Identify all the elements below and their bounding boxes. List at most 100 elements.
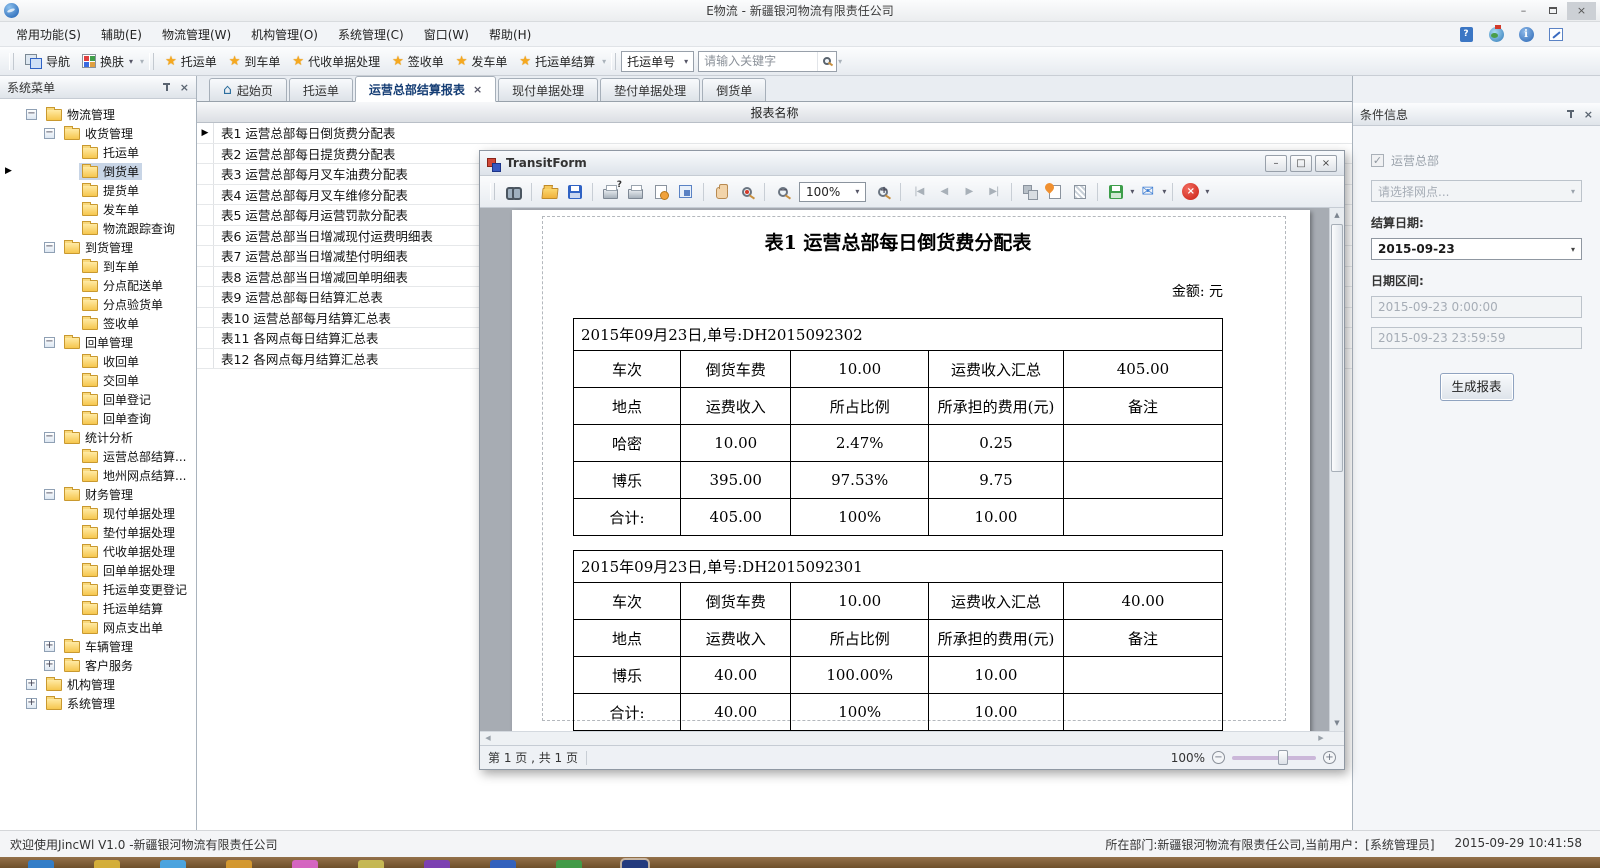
- toolbar-grip[interactable]: [149, 53, 154, 70]
- last-page-icon[interactable]: ▶|: [982, 181, 1005, 203]
- pan-hand-icon[interactable]: [710, 181, 733, 203]
- edit-page-icon[interactable]: [1068, 181, 1091, 203]
- tree-item[interactable]: 代收单据处理: [0, 542, 196, 561]
- close-icon[interactable]: ×: [180, 82, 189, 93]
- globe-icon[interactable]: [1488, 26, 1504, 42]
- scroll-up-icon[interactable]: ▲: [1330, 208, 1344, 223]
- tab[interactable]: 倒货单: [702, 78, 766, 101]
- favorite-shortcut[interactable]: ★托运单: [159, 50, 223, 73]
- scrollbar-thumb[interactable]: [1331, 224, 1343, 472]
- tree-expander[interactable]: −: [44, 242, 55, 253]
- hq-checkbox[interactable]: ✓: [1371, 154, 1384, 167]
- zoom-out-icon[interactable]: −: [771, 181, 794, 203]
- tree-item[interactable]: −物流管理: [0, 105, 196, 124]
- tree-expander[interactable]: −: [44, 489, 55, 500]
- settle-date-select[interactable]: 2015-09-23 ▾: [1371, 238, 1582, 260]
- menu-item[interactable]: 常用功能(S): [6, 22, 91, 47]
- tree-expander[interactable]: +: [44, 660, 55, 671]
- close-icon[interactable]: ×: [1584, 109, 1593, 120]
- tree-item[interactable]: +客户服务: [0, 656, 196, 675]
- range-end-field[interactable]: 2015-09-23 23:59:59: [1371, 327, 1582, 349]
- zoom-mode-icon[interactable]: [735, 181, 758, 203]
- tree-item[interactable]: −财务管理: [0, 485, 196, 504]
- tree-item[interactable]: 签收单: [0, 314, 196, 333]
- zoom-in-icon[interactable]: +: [871, 181, 894, 203]
- tree-item[interactable]: 现付单据处理: [0, 504, 196, 523]
- tree-expander[interactable]: −: [44, 128, 55, 139]
- menu-item[interactable]: 帮助(H): [479, 22, 541, 47]
- favorite-shortcut[interactable]: ★托运单结算: [513, 50, 601, 73]
- zoom-slider-thumb[interactable]: [1278, 750, 1288, 765]
- tree-item[interactable]: 网点支出单: [0, 618, 196, 637]
- generate-report-button[interactable]: 生成报表: [1440, 373, 1514, 401]
- tab[interactable]: 现付单据处理: [498, 78, 598, 101]
- print-dialog-icon[interactable]: ?: [599, 181, 622, 203]
- tree-item[interactable]: −统计分析: [0, 428, 196, 447]
- tree-item[interactable]: 物流跟踪查询: [0, 219, 196, 238]
- open-icon[interactable]: [538, 181, 561, 203]
- tab-close-icon[interactable]: ×: [473, 83, 482, 96]
- pin-icon[interactable]: [1566, 109, 1575, 119]
- taskbar-app-icon[interactable]: [226, 860, 252, 868]
- restore-button[interactable]: [1538, 2, 1567, 20]
- search-button[interactable]: [817, 52, 836, 71]
- toolbar-grip[interactable]: [9, 53, 14, 70]
- find-icon[interactable]: [502, 181, 525, 203]
- scroll-down-icon[interactable]: ▼: [1330, 716, 1344, 731]
- menu-item[interactable]: 窗口(W): [414, 22, 479, 47]
- close-preview-icon[interactable]: ×: [1179, 181, 1202, 203]
- keyword-input[interactable]: [699, 53, 817, 70]
- print-icon[interactable]: [624, 181, 647, 203]
- stats-icon[interactable]: [1548, 26, 1564, 42]
- tree-item[interactable]: 地州网点结算...: [0, 466, 196, 485]
- email-dropdown-icon[interactable]: ▾: [1162, 187, 1166, 196]
- tab[interactable]: 垫付单据处理: [600, 78, 700, 101]
- tree-expander[interactable]: +: [44, 641, 55, 652]
- tree-item[interactable]: ▶倒货单: [0, 162, 196, 181]
- tree-item[interactable]: −回单管理: [0, 333, 196, 352]
- tree-expander[interactable]: −: [44, 337, 55, 348]
- favorite-shortcut[interactable]: ★发车单: [450, 50, 514, 73]
- tree-item[interactable]: 提货单: [0, 181, 196, 200]
- taskbar-app-icon[interactable]: [94, 860, 120, 868]
- tree-item[interactable]: 回单登记: [0, 390, 196, 409]
- tree-item[interactable]: +机构管理: [0, 675, 196, 694]
- favorite-shortcut[interactable]: ★代收单据处理: [286, 50, 386, 73]
- tree-item[interactable]: 运营总部结算...: [0, 447, 196, 466]
- email-icon[interactable]: ✉: [1136, 181, 1159, 203]
- tree-item[interactable]: 分点验货单: [0, 295, 196, 314]
- taskbar-app-icon[interactable]: [292, 860, 318, 868]
- tree-item[interactable]: 回单单据处理: [0, 561, 196, 580]
- tree-item[interactable]: 发车单: [0, 200, 196, 219]
- toolbar-grip[interactable]: [611, 53, 616, 70]
- menu-item[interactable]: 系统管理(C): [328, 22, 414, 47]
- zoom-in-button[interactable]: +: [1323, 751, 1336, 764]
- info-icon[interactable]: i: [1518, 26, 1534, 42]
- close-button[interactable]: ×: [1567, 2, 1596, 20]
- help-icon[interactable]: ?: [1458, 26, 1474, 42]
- tab[interactable]: 托运单: [289, 78, 353, 101]
- taskbar-app-icon[interactable]: [358, 860, 384, 868]
- scale-page-icon[interactable]: [674, 181, 697, 203]
- tree-item[interactable]: +系统管理: [0, 694, 196, 713]
- taskbar-app-icon[interactable]: [622, 860, 648, 868]
- tree-item[interactable]: 托运单变更登记: [0, 580, 196, 599]
- tree-expander[interactable]: −: [44, 432, 55, 443]
- menu-item[interactable]: 物流管理(W): [152, 22, 241, 47]
- page-setup-icon[interactable]: [649, 181, 672, 203]
- watermark-icon[interactable]: [1043, 181, 1066, 203]
- zoom-slider[interactable]: [1232, 756, 1316, 760]
- export-icon[interactable]: [1104, 181, 1127, 203]
- tree-item[interactable]: 收回单: [0, 352, 196, 371]
- tree-expander[interactable]: −: [26, 109, 37, 120]
- export-dropdown-icon[interactable]: ▾: [1130, 187, 1134, 196]
- tab[interactable]: 运营总部结算报表×: [355, 76, 496, 102]
- tree-item[interactable]: 托运单结算: [0, 599, 196, 618]
- tree-item[interactable]: +车辆管理: [0, 637, 196, 656]
- search-type-select[interactable]: 托运单号 ▾: [621, 51, 694, 72]
- scroll-right-icon[interactable]: ▶: [1313, 732, 1329, 745]
- save-icon[interactable]: [563, 181, 586, 203]
- tree-expander[interactable]: +: [26, 679, 37, 690]
- tree-item[interactable]: 交回单: [0, 371, 196, 390]
- tree-expander[interactable]: +: [26, 698, 37, 709]
